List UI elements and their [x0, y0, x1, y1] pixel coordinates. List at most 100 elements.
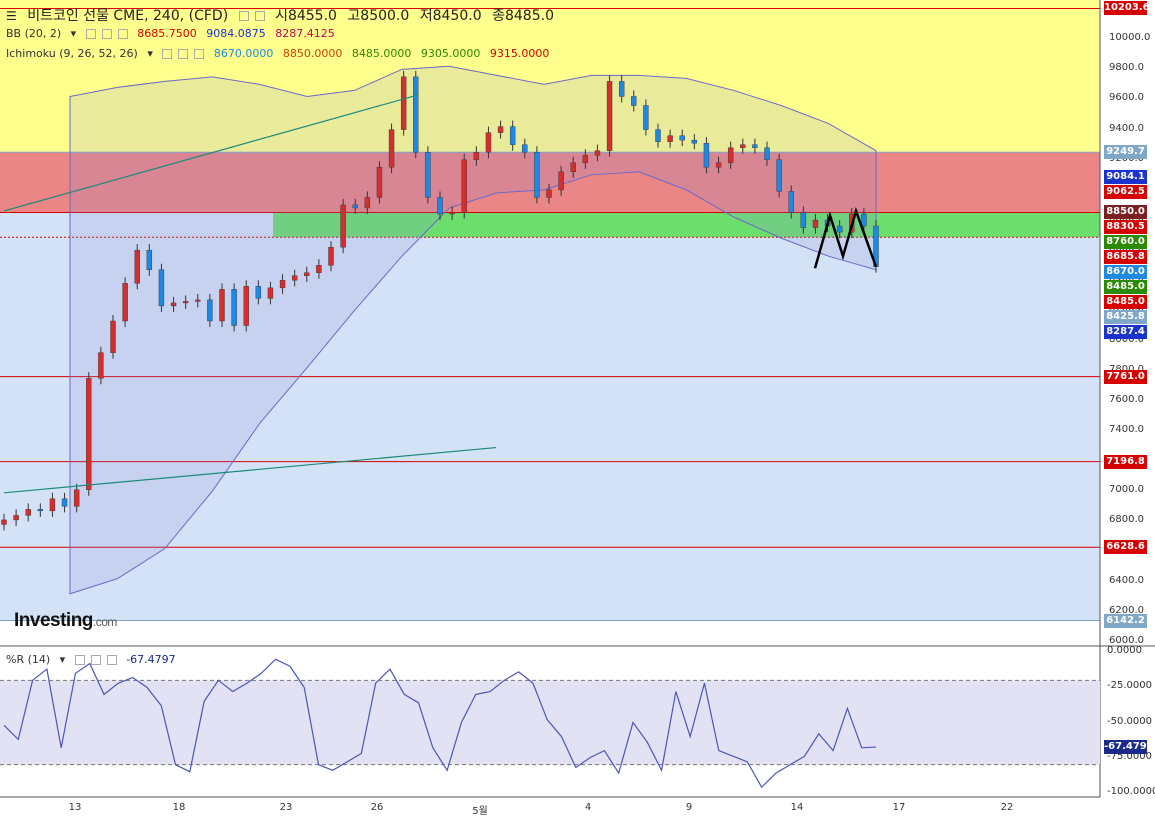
candle	[134, 249, 140, 284]
x-tick-label: 23	[279, 802, 293, 813]
chevron-down-icon[interactable]: ▾	[71, 27, 77, 40]
candle	[352, 204, 358, 209]
wr-y-tick-label: -50.0000	[1107, 715, 1152, 727]
ohlc-high-label: 고	[347, 8, 361, 24]
ohlc-close-label: 종	[492, 8, 505, 24]
candle	[606, 81, 613, 151]
candle	[182, 301, 189, 304]
x-tick-label: 22	[1000, 802, 1014, 813]
ichimoku-legend[interactable]: Ichimoku (9, 26, 52, 26) ▾ 8670.0000 885…	[6, 47, 555, 60]
candle	[522, 144, 528, 153]
chart-canvas[interactable]	[0, 0, 1155, 818]
price-level-tag: 8670.0	[1104, 265, 1147, 280]
chevron-down-icon[interactable]: ▾	[60, 653, 66, 666]
candle	[655, 129, 661, 142]
ichimoku-base-value: 8850.0000	[282, 47, 343, 60]
candle	[376, 167, 383, 198]
eye-icon[interactable]	[238, 11, 249, 21]
close-icon[interactable]	[117, 29, 128, 39]
y-tick-label: 10000.0	[1109, 32, 1151, 44]
ohlc-open-label: 시	[275, 8, 288, 24]
y-tick-label: 7000.0	[1109, 484, 1144, 496]
candle	[594, 150, 601, 156]
y-tick-label: 9800.0	[1109, 62, 1144, 74]
candle	[861, 213, 867, 227]
candle	[546, 189, 552, 198]
wr-latest-tag: -67.4797	[1104, 740, 1154, 755]
settings-icon[interactable]	[101, 29, 112, 39]
candle	[110, 320, 116, 353]
eye-icon[interactable]	[74, 655, 85, 665]
y-tick-label: 7600.0	[1109, 393, 1144, 405]
bb-name: BB (20, 2)	[6, 27, 62, 40]
settings-icon[interactable]	[90, 655, 101, 665]
candle	[279, 280, 286, 289]
investing-logo: Investing.com	[14, 610, 117, 631]
candle	[449, 212, 455, 215]
candle	[86, 378, 92, 490]
candle	[25, 509, 31, 516]
candle	[509, 126, 516, 145]
bb-legend[interactable]: BB (20, 2) ▾ 8685.7500 9084.0875 8287.41…	[6, 27, 341, 40]
candle	[582, 155, 589, 163]
price-level-tag: 8830.5	[1104, 220, 1147, 235]
close-icon[interactable]	[106, 655, 117, 665]
candle	[255, 286, 262, 299]
ichimoku-name: Ichimoku (9, 26, 52, 26)	[6, 47, 138, 60]
x-tick-label: 5월	[472, 806, 488, 817]
x-tick-label: 9	[685, 802, 693, 813]
y-tick-label: 9400.0	[1109, 122, 1144, 134]
candle	[618, 81, 625, 97]
candle	[364, 197, 371, 209]
candle	[413, 76, 419, 153]
price-level-tag: 10203.6	[1104, 1, 1150, 16]
bb-lower-value: 8287.4125	[275, 27, 335, 40]
candle	[158, 269, 165, 307]
candle	[667, 135, 673, 142]
price-level-tag: 8287.4	[1104, 325, 1147, 340]
ohlc-close: 8485.0	[504, 8, 554, 24]
candle	[207, 299, 213, 322]
candle	[425, 152, 431, 198]
candle	[231, 289, 237, 326]
candle	[243, 286, 249, 326]
candle	[437, 197, 443, 215]
y-tick-label: 6400.0	[1109, 574, 1144, 586]
candle	[49, 498, 56, 512]
chevron-down-icon[interactable]: ▾	[147, 47, 153, 60]
x-tick-label: 13	[68, 802, 82, 813]
ichimoku-span-b-value: 9315.0000	[489, 47, 550, 60]
settings-icon[interactable]	[178, 49, 189, 59]
candle	[37, 509, 44, 512]
ohlc-low-label: 저	[419, 8, 433, 24]
close-icon[interactable]	[194, 49, 205, 59]
candle	[122, 283, 128, 322]
candle	[800, 212, 807, 228]
wr-y-tick-label: 0.0000	[1107, 645, 1142, 657]
ohlc-high: 8500.0	[360, 8, 410, 24]
candle	[740, 144, 746, 148]
eye-icon[interactable]	[85, 29, 96, 39]
candle	[752, 144, 758, 148]
candle	[316, 265, 322, 273]
ichimoku-conversion-value: 8670.0000	[213, 47, 274, 60]
candle	[400, 76, 407, 130]
bb-upper-value: 9084.0875	[206, 27, 266, 40]
candle	[328, 246, 334, 266]
x-tick-label: 18	[172, 802, 186, 813]
candle	[291, 275, 298, 281]
price-level-tag: 9249.7	[1104, 145, 1147, 160]
y-tick-label: 6800.0	[1109, 514, 1144, 526]
williams-r-legend[interactable]: %R (14) ▾ -67.4797	[6, 653, 182, 666]
candle	[304, 272, 310, 276]
eye-icon[interactable]	[162, 49, 173, 59]
x-tick-label: 4	[584, 802, 592, 813]
ohlc-low: 8450.0	[432, 8, 482, 24]
candle	[812, 219, 819, 228]
candle	[388, 129, 395, 168]
menu-icon[interactable]: ☰	[6, 9, 17, 23]
x-tick-label: 14	[790, 802, 804, 813]
candle	[764, 147, 770, 160]
candle	[340, 204, 346, 248]
settings-icon[interactable]	[254, 11, 265, 21]
